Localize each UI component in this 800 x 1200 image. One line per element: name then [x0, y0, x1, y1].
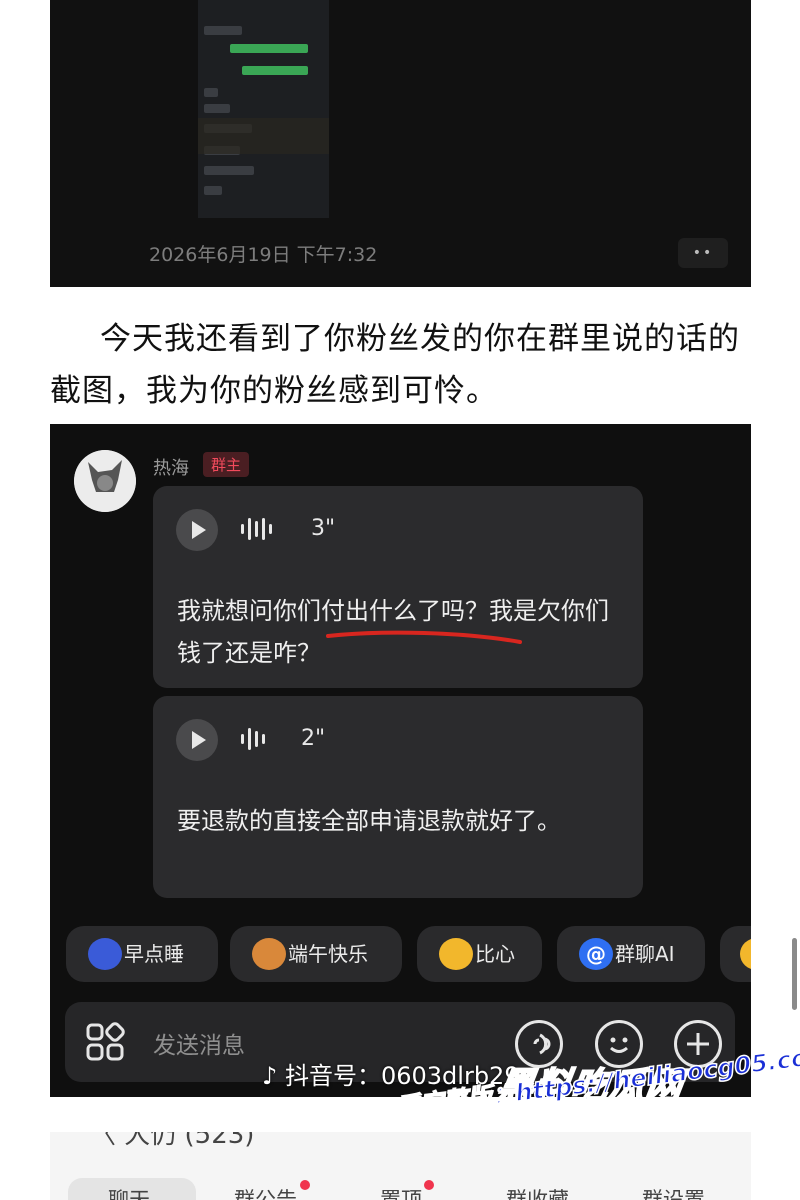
more-options-button[interactable]: •• — [678, 238, 728, 268]
tab-pinned[interactable]: 置顶 — [380, 1184, 422, 1200]
voice-wave-icon — [241, 518, 276, 542]
emoji-icon — [740, 938, 751, 970]
chip-label: 比心 — [475, 942, 515, 966]
group-tabs-screenshot: 〈 大仍 (523) 聊天 群公告 置顶 群收藏 群设置 — [50, 1132, 751, 1200]
voice-transcript: 要退款的直接全部申请退款就好了。 — [177, 807, 561, 835]
moon-sleep-icon — [88, 938, 122, 970]
notification-dot — [300, 1180, 310, 1190]
quick-chip[interactable]: 比心 — [417, 926, 542, 982]
voice-message-card[interactable]: 3" 我就想问你们付出什么了吗？我是欠你们钱了还是咋？ — [153, 486, 643, 688]
red-underline-annotation — [326, 630, 522, 644]
douyin-logo-icon: ♪ — [262, 1062, 278, 1090]
voice-duration: 3" — [311, 516, 336, 541]
apps-grid-icon[interactable] — [85, 1022, 125, 1062]
article-paragraph: 今天我还看到了你粉丝发的你在群里说的话的截图，我为你的粉丝感到可怜。 — [50, 321, 740, 409]
chip-label: 端午快乐 — [288, 942, 368, 966]
message-timestamp: 2026年6月19日 下午7:32 — [149, 244, 378, 266]
quick-chip[interactable]: @ 群聊AI — [557, 926, 705, 982]
chip-label: 早点睡 — [124, 942, 184, 966]
photo-strip — [198, 118, 329, 154]
group-header-fragment: 〈 大仍 (523) — [90, 1132, 255, 1150]
top-screenshot: 2026年6月19日 下午7:32 •• — [50, 0, 751, 287]
voice-wave-icon — [241, 728, 269, 752]
mini-bubble — [204, 166, 254, 175]
tab-favorites[interactable]: 群收藏 — [506, 1184, 569, 1200]
quick-chip[interactable]: 早点睡 — [66, 926, 218, 982]
voice-duration: 2" — [301, 726, 326, 751]
group-owner-badge: 群主 — [203, 452, 250, 477]
chip-label: 群聊AI — [615, 942, 675, 966]
tab-chat[interactable]: 聊天 — [108, 1184, 150, 1200]
voice-message-card[interactable]: 2" 要退款的直接全部申请退款就好了。 — [153, 696, 643, 898]
notification-dot — [424, 1180, 434, 1190]
play-icon[interactable] — [176, 719, 218, 761]
mini-bubble — [204, 88, 218, 97]
sender-name: 热海 — [153, 458, 189, 479]
mini-bubble — [204, 186, 222, 195]
heart-hands-icon — [439, 938, 473, 970]
mini-bubble — [204, 104, 230, 113]
play-icon[interactable] — [176, 509, 218, 551]
at-icon: @ — [579, 938, 613, 970]
mini-bubble — [242, 66, 308, 75]
group-tab-bar: 聊天 群公告 置顶 群收藏 群设置 — [68, 1176, 748, 1200]
quick-chip-partial[interactable] — [720, 926, 751, 982]
scrollbar[interactable] — [792, 938, 797, 1010]
mini-bubble — [230, 44, 308, 53]
group-chat-screenshot: 热海 群主 3" 我就想问你们付出什么了吗？我是欠你们钱了还是咋？ 2" 要退款… — [50, 424, 751, 1097]
avatar[interactable] — [74, 450, 136, 512]
message-input-placeholder[interactable]: 发送消息 — [153, 1026, 245, 1060]
dragon-icon — [252, 938, 286, 970]
tab-settings[interactable]: 群设置 — [642, 1184, 705, 1200]
tab-announcement[interactable]: 群公告 — [234, 1184, 297, 1200]
mini-bubble — [204, 26, 242, 35]
quick-chip[interactable]: 端午快乐 — [230, 926, 402, 982]
embedded-chat-image — [198, 0, 329, 218]
